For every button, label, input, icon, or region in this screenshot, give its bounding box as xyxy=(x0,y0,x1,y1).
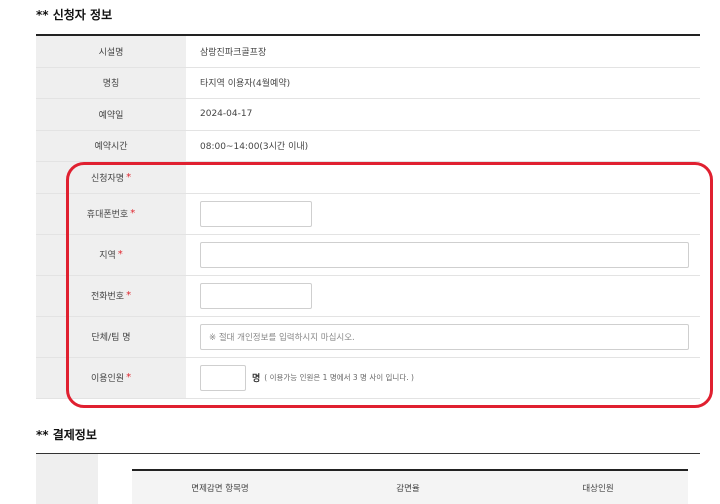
payment-table-header: 면제감면 항목명 감면율 대상인원 xyxy=(132,469,688,504)
region-row: 지역 * xyxy=(36,234,700,276)
required-mark: * xyxy=(117,249,123,260)
applicant-name-label-text: 신청자명 xyxy=(90,173,125,184)
region-input[interactable] xyxy=(200,241,689,268)
group-label: 단체/팀 명 xyxy=(36,316,186,357)
region-value-cell xyxy=(186,235,700,275)
payment-info-title: ** 결제정보 xyxy=(36,428,97,442)
applicant-name-value xyxy=(186,162,700,193)
applicant-info-title: ** 신청자 정보 xyxy=(36,8,113,22)
headcount-label: 이용인원 * xyxy=(36,357,186,398)
discount-rate-header: 감면율 xyxy=(396,484,420,494)
phone-value-cell xyxy=(186,194,700,234)
payment-table: 면제감면 항목명 감면율 대상인원 xyxy=(36,453,700,504)
program-name-value: 타지역 이용자(4월예약) xyxy=(200,79,291,90)
headcount-value-cell: 명 ( 이용가능 인원은 1 명에서 3 명 사이 입니다. ) xyxy=(186,358,700,398)
reservation-time-value: 08:00~14:00(3시간 이내) xyxy=(200,142,309,153)
phone-input[interactable] xyxy=(200,200,312,227)
facility-row: 시설명 삼랑진파크골프장 xyxy=(36,36,700,68)
program-name-label: 명칭 xyxy=(36,67,186,98)
region-label: 지역 * xyxy=(36,234,186,275)
headcount-row: 이용인원 * 명 ( 이용가능 인원은 1 명에서 3 명 사이 입니다. ) xyxy=(36,357,700,399)
required-mark: * xyxy=(126,171,132,183)
tel-row: 전화번호 * xyxy=(36,275,700,317)
reservation-time-label: 예약시간 xyxy=(36,130,186,161)
required-mark: * xyxy=(126,290,132,301)
headcount-input[interactable] xyxy=(200,364,246,391)
headcount-unit: 명 xyxy=(252,374,261,384)
facility-value: 삼랑진파크골프장 xyxy=(200,47,267,58)
headcount-note: ( 이용가능 인원은 1 명에서 3 명 사이 입니다. ) xyxy=(264,373,414,382)
program-name-row: 명칭 타지역 이용자(4월예약) xyxy=(36,67,700,99)
phone-row: 휴대폰번호 * xyxy=(36,193,700,235)
reservation-time-row: 예약시간 08:00~14:00(3시간 이내) xyxy=(36,130,700,162)
phone-label-text: 휴대폰번호 xyxy=(86,210,129,220)
payment-inner: 면제감면 항목명 감면율 대상인원 xyxy=(98,454,700,504)
tel-label: 전화번호 * xyxy=(36,275,186,316)
tel-value-cell xyxy=(186,276,700,316)
target-count-header: 대상인원 xyxy=(582,484,614,494)
facility-label: 시설명 xyxy=(36,36,186,67)
phone-label: 휴대폰번호 * xyxy=(36,193,186,234)
applicant-info-table: 시설명 삼랑진파크골프장 명칭 타지역 이용자(4월예약) 예약일 2024-0… xyxy=(36,34,700,399)
required-mark: * xyxy=(126,372,132,383)
region-label-text: 지역 xyxy=(99,251,116,261)
exemption-item-header: 면제감면 항목명 xyxy=(191,484,249,494)
applicant-name-label: 신청자명 * xyxy=(36,162,186,193)
applicant-name-row: 신청자명 * xyxy=(36,162,700,194)
tel-label-text: 전화번호 xyxy=(90,292,125,302)
group-value-cell: ※ 절대 개인정보를 입력하시지 마십시오. xyxy=(186,317,700,357)
reservation-date-value: 2024-04-17 xyxy=(200,109,253,120)
group-row: 단체/팀 명 ※ 절대 개인정보를 입력하시지 마십시오. xyxy=(36,316,700,358)
reservation-date-row: 예약일 2024-04-17 xyxy=(36,99,700,131)
group-input[interactable]: ※ 절대 개인정보를 입력하시지 마십시오. xyxy=(200,323,689,350)
required-mark: * xyxy=(130,208,136,219)
payment-label-cell xyxy=(36,454,98,504)
tel-input[interactable] xyxy=(200,282,312,309)
headcount-label-text: 이용인원 xyxy=(90,374,125,384)
reservation-date-label: 예약일 xyxy=(36,99,186,130)
